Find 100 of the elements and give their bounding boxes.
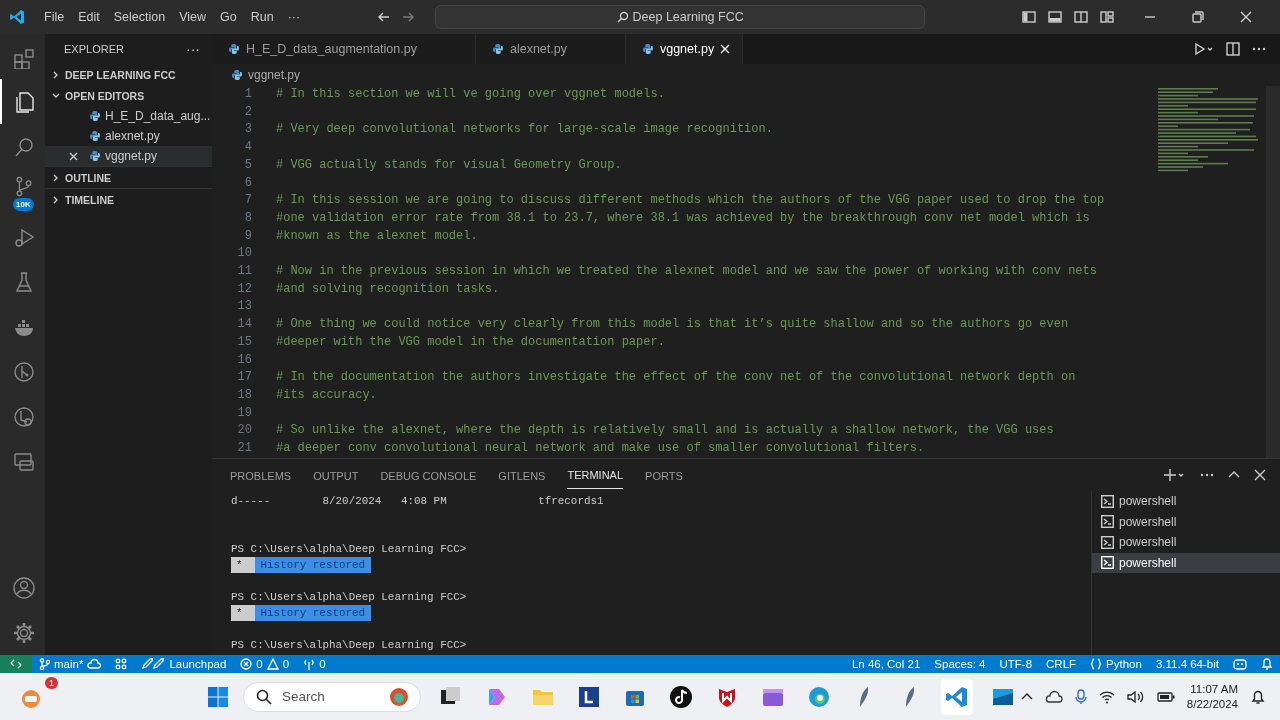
terminal-line: d----- 8/20/2024 4:08 PM tfrecords1 <box>231 494 604 509</box>
terminal-marker: * <box>231 557 255 573</box>
line-number: 7 <box>243 192 253 210</box>
panel-toggle-icon[interactable] <box>1048 10 1062 24</box>
cloud-icon[interactable] <box>1044 689 1063 704</box>
line-number: 17 <box>236 369 253 387</box>
python-file-icon <box>89 130 101 142</box>
more-actions-button[interactable]: ··· <box>186 41 200 57</box>
open-editor-item[interactable]: alexnet.py <box>45 126 212 146</box>
menu-item[interactable]: View <box>172 7 213 27</box>
vscode-logo-icon <box>9 9 25 25</box>
line-number: 8 <box>243 209 253 227</box>
section-header[interactable]: DEEP LEARNING FCC <box>45 64 212 85</box>
panel-tab[interactable]: OUTPUT <box>313 461 371 489</box>
launchpad-status[interactable]: Launchpad <box>134 655 234 673</box>
code-comment: #a deeper conv convolutional neural network and make use of smaller convolutional filters. <box>276 440 925 458</box>
branch-status[interactable]: main* <box>32 655 109 673</box>
battery-icon[interactable] <box>1156 689 1175 704</box>
speaker-icon[interactable] <box>1126 689 1145 704</box>
split-editor-icon[interactable] <box>1226 42 1240 56</box>
close-icon[interactable] <box>1254 469 1266 481</box>
section-header[interactable]: OPEN EDITORS <box>45 85 212 106</box>
status-item[interactable]: Ln 46, Col 21 <box>844 655 928 673</box>
vscode-icon[interactable] <box>945 684 969 709</box>
editor-tab[interactable]: vggnet.py <box>625 34 744 64</box>
status-item[interactable]: CRLF <box>1039 655 1084 673</box>
menu-item[interactable]: ··· <box>280 7 308 27</box>
sidebar-toggle-icon[interactable] <box>1022 10 1036 24</box>
code-comment: #known as the alexnet model. <box>276 227 478 245</box>
close-icon[interactable] <box>1240 11 1252 23</box>
terminal-notice: History restored <box>254 605 372 621</box>
menu-item[interactable]: File <box>37 7 72 27</box>
remote-icon <box>10 658 22 670</box>
line-number: 2 <box>243 103 253 121</box>
open-editor-item[interactable]: vggnet.py <box>45 146 212 166</box>
terminal-line: PS C:\Users\alpha\Deep Learning FCC> <box>231 590 467 605</box>
braces-icon <box>1090 658 1103 670</box>
clock-time: 11:07 AM <box>1189 681 1238 697</box>
code-comment: # Very deep convolutional networks for large-scale image recognition. <box>276 121 773 139</box>
back-arrow-icon[interactable] <box>377 10 392 24</box>
start-icon[interactable] <box>207 685 229 708</box>
terminal-list-item[interactable]: powershell <box>1092 511 1280 532</box>
terminal-icon <box>1101 556 1114 570</box>
panel-tab[interactable]: TERMINAL <box>567 461 624 489</box>
breadcrumb-item[interactable]: vggnet.py <box>248 68 301 82</box>
code-comment: # So unlike the alexnet, where the depth is relatively small and is actually a shallow network, the VGG uses <box>276 422 1054 440</box>
problems-status[interactable]: 0 0 <box>233 655 297 673</box>
line-number: 11 <box>236 263 253 281</box>
code-comment: # One thing we could notice very clearly from this model is that it’s quite shallow and so the authors go even <box>276 316 1069 334</box>
search-field[interactable]: Search <box>243 681 421 712</box>
account-icon[interactable] <box>11 575 36 600</box>
remote-icon[interactable] <box>11 404 36 429</box>
status-item[interactable]: UTF-8 <box>992 655 1040 673</box>
settings-icon[interactable] <box>11 620 36 645</box>
terminal-list-item[interactable]: powershell <box>1092 552 1280 573</box>
language-status[interactable]: Python <box>1083 655 1149 673</box>
menu-item[interactable]: Edit <box>71 7 107 27</box>
warning-icon <box>266 658 279 670</box>
close-icon[interactable] <box>69 151 78 161</box>
layout-icon[interactable] <box>1100 10 1114 24</box>
sidebar-title: EXPLORER <box>64 43 124 55</box>
editor-tab[interactable]: alexnet.py <box>475 34 626 64</box>
split-layout-icon[interactable] <box>1074 10 1088 24</box>
remote-button[interactable] <box>0 655 32 673</box>
command-center[interactable]: Deep Learning FCC <box>435 5 926 29</box>
line-number: 14 <box>236 316 253 334</box>
restore-icon[interactable] <box>1192 11 1204 23</box>
microphone-icon[interactable] <box>1074 688 1087 705</box>
editor-tab[interactable]: H_E_D_data_augmentation.py <box>212 34 476 64</box>
clock[interactable]: 11:07 AM 8/22/2024 <box>1186 681 1238 712</box>
new-terminal-icon[interactable] <box>1164 469 1186 481</box>
python-file-icon <box>228 43 240 55</box>
panel-tab[interactable]: PORTS <box>645 461 695 489</box>
code-comment: #its accuracy. <box>276 386 377 404</box>
status-item[interactable]: 3.11.4 64-bit <box>1148 655 1226 673</box>
terminal-list-item[interactable]: powershell <box>1092 532 1280 553</box>
line-number: 3 <box>243 121 253 139</box>
terminal-marker: * <box>231 605 255 621</box>
edge-icon[interactable] <box>807 684 831 709</box>
python-file-icon <box>491 43 504 55</box>
forward-arrow-icon[interactable] <box>401 10 416 24</box>
status-item[interactable]: Spaces: 4 <box>927 655 993 673</box>
line-number: 9 <box>243 227 253 245</box>
wifi-icon[interactable] <box>1098 689 1115 704</box>
menu-item[interactable]: Run <box>243 7 281 27</box>
run-icon[interactable] <box>1194 42 1214 56</box>
panel-tab[interactable]: GITLENS <box>498 461 558 489</box>
letter-l-app-icon[interactable] <box>577 684 601 709</box>
panel-tab[interactable]: DEBUG CONSOLE <box>380 461 489 489</box>
python-file-icon <box>89 110 101 122</box>
terminal-list-item[interactable]: powershell <box>1092 491 1280 512</box>
code-comment: #deeper with the VGG model in the documentation paper. <box>276 333 665 351</box>
line-number: 16 <box>236 351 253 369</box>
panel-tab[interactable]: PROBLEMS <box>230 461 304 489</box>
menu-item[interactable]: Go <box>213 7 244 27</box>
bell-icon[interactable] <box>1250 688 1266 705</box>
open-editor-item[interactable]: H_E_D_data_aug... <box>45 106 212 126</box>
menu-item[interactable]: Selection <box>106 7 173 27</box>
music-note-icon[interactable] <box>669 684 693 709</box>
ports-status[interactable]: 0 <box>296 655 333 673</box>
